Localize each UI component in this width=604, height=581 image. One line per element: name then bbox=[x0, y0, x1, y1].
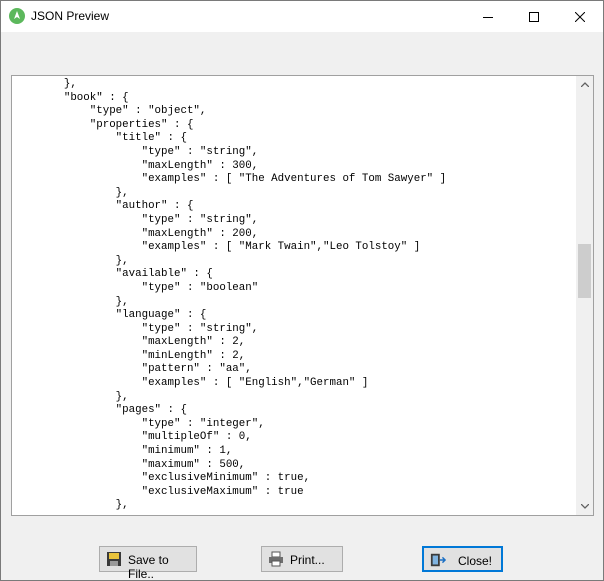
scroll-down-button[interactable] bbox=[576, 498, 593, 515]
code-line: "book" : { bbox=[12, 91, 129, 104]
close-button[interactable]: Close! bbox=[422, 546, 503, 572]
code-line: "pages" : { bbox=[12, 404, 187, 417]
code-line: "available" : { bbox=[12, 268, 213, 281]
code-line: "language" : { bbox=[12, 309, 207, 322]
code-line: }, bbox=[12, 186, 129, 199]
code-line: "pattern" : "aa", bbox=[12, 363, 252, 376]
app-leaf-icon bbox=[9, 8, 25, 24]
code-line: "minimum" : 1, bbox=[12, 445, 233, 458]
scroll-up-button[interactable] bbox=[576, 76, 593, 93]
save-to-file-button[interactable]: Save to File.. bbox=[99, 546, 197, 581]
code-line: "maxLength" : 200, bbox=[12, 227, 259, 240]
window-title: JSON Preview bbox=[31, 9, 110, 23]
json-content: }, "book" : { "type" : "object", "proper… bbox=[12, 78, 576, 513]
code-line: "type" : "string", bbox=[12, 322, 259, 335]
maximize-button[interactable] bbox=[511, 1, 557, 32]
code-line: "examples" : [ "English","German" ] bbox=[12, 377, 369, 390]
minimize-button[interactable] bbox=[465, 1, 511, 32]
code-line: "maximum" : 500, bbox=[12, 458, 246, 471]
code-line: }, bbox=[12, 390, 129, 403]
floppy-disk-icon bbox=[107, 552, 121, 566]
code-line: "type" : "boolean" bbox=[12, 281, 259, 294]
code-line: "maxLength" : 300, bbox=[12, 159, 259, 172]
maximize-icon bbox=[529, 11, 539, 22]
code-line: "examples" : [ "Mark Twain","Leo Tolstoy… bbox=[12, 241, 421, 254]
code-line: "type" : "integer", bbox=[12, 417, 265, 430]
vertical-scrollbar[interactable] bbox=[576, 76, 593, 515]
code-line: }, bbox=[12, 295, 129, 308]
code-line: "exclusiveMaximum" : true bbox=[12, 485, 304, 498]
code-line: }, bbox=[12, 254, 129, 267]
json-preview-window: JSON Preview }, "book" : { "type" : "obj… bbox=[0, 0, 604, 581]
exit-door-icon bbox=[430, 553, 446, 567]
save-button-label: Save to File.. bbox=[128, 553, 169, 581]
code-line: "maxLength" : 2, bbox=[12, 336, 246, 349]
minimize-icon bbox=[483, 16, 493, 18]
printer-icon bbox=[269, 551, 283, 567]
code-line: }, bbox=[12, 499, 129, 512]
close-button-label: Close! bbox=[458, 554, 493, 568]
code-line: }, bbox=[12, 78, 77, 90]
print-button[interactable]: Print... bbox=[261, 546, 343, 572]
code-line: "exclusiveMinimum" : true, bbox=[12, 472, 311, 485]
json-text-area[interactable]: }, "book" : { "type" : "object", "proper… bbox=[11, 75, 594, 516]
title-bar[interactable]: JSON Preview bbox=[1, 1, 603, 32]
code-line: "type" : "string", bbox=[12, 213, 259, 226]
code-line: "multipleOf" : 0, bbox=[12, 431, 252, 444]
code-line: "type" : "string", bbox=[12, 145, 259, 158]
code-line: "minLength" : 2, bbox=[12, 349, 246, 362]
code-line: "type" : "object", bbox=[12, 105, 207, 118]
scroll-thumb[interactable] bbox=[578, 244, 591, 298]
code-line: "title" : { bbox=[12, 132, 187, 145]
chevron-up-icon bbox=[580, 82, 589, 87]
code-line: "author" : { bbox=[12, 200, 194, 213]
close-window-button[interactable] bbox=[557, 1, 603, 32]
close-icon bbox=[575, 11, 585, 22]
code-line: "examples" : [ "The Adventures of Tom Sa… bbox=[12, 173, 447, 186]
code-line: "properties" : { bbox=[12, 118, 194, 131]
chevron-down-icon bbox=[580, 504, 589, 509]
print-button-label: Print... bbox=[290, 553, 325, 567]
